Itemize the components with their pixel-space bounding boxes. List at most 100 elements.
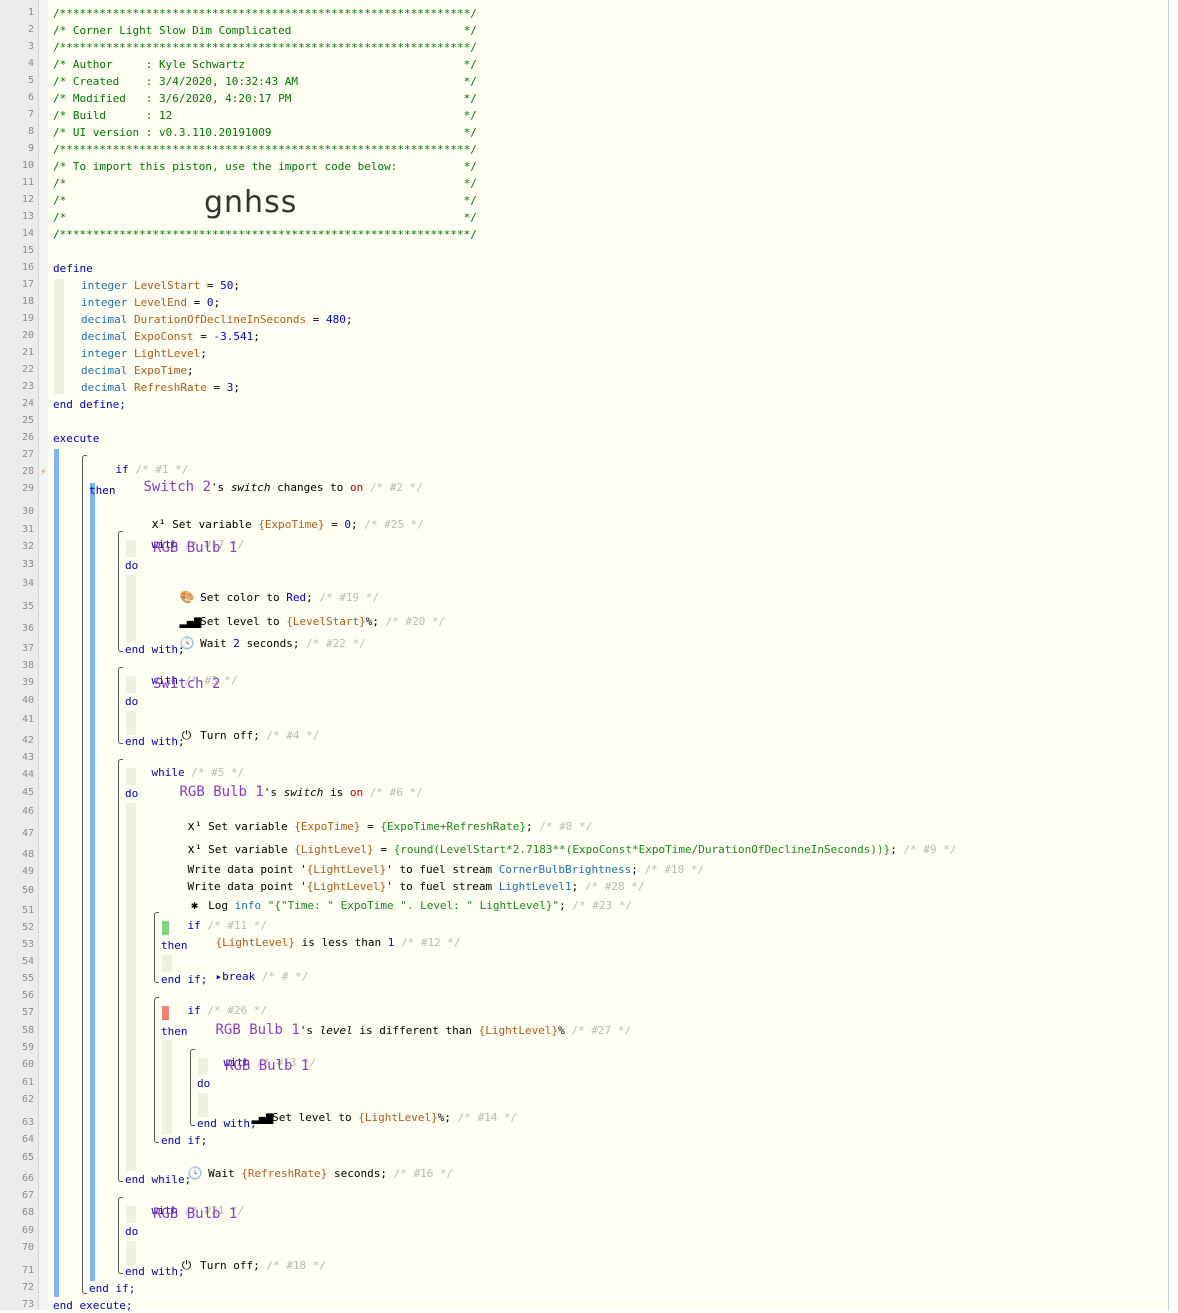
line-number: 54 [21,956,34,967]
set-level-action[interactable]: ▂▄▆ Set level to {LevelStart}%; /* #20 *… [153,600,446,628]
line-number: 34 [21,578,34,589]
end-define-keyword[interactable]: end define; [53,398,126,412]
line-number: 38 [21,660,34,671]
variable-definition[interactable]: integer LevelStart = 50; [81,279,240,293]
turn-off-action[interactable]: ⏻ Turn off; /* #4 */ [153,714,320,742]
line-number: 6 [27,92,34,103]
if-statement-11[interactable]: if /* #11 */ [161,905,267,932]
line-number: 33 [21,559,34,570]
set-level-lightlevel[interactable]: ▂▄▆ Set level to {LightLevel}%; /* #14 *… [225,1096,518,1124]
end-with-keyword[interactable]: end with; [125,1265,185,1279]
execute-block-bar [54,449,59,1297]
define-keyword[interactable]: define [53,262,93,276]
bracket-if1 [82,455,87,1294]
wait-action[interactable]: 🕓 Wait 2 seconds; /* #22 */ [153,622,366,650]
line-number: 23 [21,381,34,392]
header-comment-line: /* Author : Kyle Schwartz */ [53,58,477,71]
end-while-keyword[interactable]: end while; [125,1173,191,1187]
header-comment-line: /* Corner Light Slow Dim Complicated */ [53,24,477,37]
then-keyword[interactable]: then [161,1025,188,1039]
write-data-point-1[interactable]: Write data point '{LightLevel}' to fuel … [161,849,705,876]
set-variable-expotime-step[interactable]: x¹ Set variable {ExpoTime} = {ExpoTime+R… [161,805,593,833]
device-switch-2[interactable]: Switch 2 [153,676,220,692]
line-number: 47 [21,828,34,839]
if-statement-1[interactable]: if /* #1 */ [89,449,189,476]
line-number: 19 [21,313,34,324]
end-if-keyword[interactable]: end if; [89,1282,135,1296]
do-keyword[interactable]: do [125,559,138,573]
line-number: 73 [21,1299,34,1310]
piston-code-editor[interactable]: 1 2 3 4 5 6 7 8 9 10 11 12 13 14 15 16 17 18 19 20 21 22 23 24 2… [0,0,1168,1313]
if-statement-26[interactable]: if /* #26 */ [161,990,267,1017]
variable-definition[interactable]: decimal RefreshRate = 3; [81,381,240,395]
header-comment-line: /***************************************… [53,228,477,241]
end-execute-keyword[interactable]: end execute; [53,1299,132,1313]
line-number: 46 [21,806,34,817]
header-comment-line: /* UI version : v0.3.110.20191009 */ [53,126,477,139]
then-keyword[interactable]: then [161,939,188,953]
line-number: 62 [21,1094,34,1105]
line-number: 36 [21,623,34,634]
line-number: 49 [21,866,34,877]
line-number: 66 [21,1173,34,1184]
line-number: 28 [21,466,34,477]
write-data-point-2[interactable]: Write data point '{LightLevel}' to fuel … [161,866,645,893]
line-number: 71 [21,1265,34,1276]
bracket-while5 [118,759,123,1182]
line-number: 58 [21,1025,34,1036]
with-statement-17[interactable]: with /* #17 */ [125,524,245,551]
end-if-keyword[interactable]: end if; [161,973,207,987]
turn-off-bulb-action[interactable]: ⏻ Turn off; /* #18 */ [153,1244,326,1272]
indent-guide [126,803,136,1171]
variable-definition[interactable]: decimal ExpoTime; [81,364,194,378]
trigger-condition[interactable]: Switch 2's switch changes to on /* #2 */ [117,466,423,494]
line-number: 11 [21,177,34,188]
set-variable-expotime[interactable]: x¹ Set variable {ExpoTime} = 0; /* #25 *… [125,503,424,531]
line-number: 51 [21,905,34,916]
with-statement-13[interactable]: with /* #13 */ [197,1042,317,1069]
line-number: 45 [21,787,34,798]
variable-definition[interactable]: decimal DurationOfDeclineInSeconds = 480… [81,313,353,327]
with-statement-21[interactable]: with /* #21 */ [125,1190,245,1217]
variable-definition[interactable]: integer LightLevel; [81,347,207,361]
wait-refresh-action[interactable]: 🕓 Wait {RefreshRate} seconds; /* #16 */ [161,1152,454,1180]
device-rgb-bulb-1[interactable]: RGB Bulb 1 [153,1206,237,1222]
set-variable-lightlevel[interactable]: x¹ Set variable {LightLevel} = {round(Le… [161,828,957,856]
line-number: 26 [21,432,34,443]
line-number: 18 [21,296,34,307]
line-number: 1 [27,7,34,18]
variable-definition[interactable]: integer LevelEnd = 0; [81,296,220,310]
do-keyword[interactable]: do [125,1225,138,1239]
header-comment-line: /* Modified : 3/6/2020, 4:20:17 PM */ [53,92,477,105]
while-condition[interactable]: RGB Bulb 1's switch is on /* #6 */ [153,768,423,800]
device-rgb-bulb-1[interactable]: RGB Bulb 1 [153,540,237,556]
line-number: 5 [27,75,34,86]
do-keyword[interactable]: do [125,695,138,709]
execute-keyword[interactable]: execute [53,432,99,446]
with-statement-3[interactable]: with /* #3 */ [125,660,238,687]
line-number: 35 [21,601,34,612]
end-with-keyword[interactable]: end with; [125,643,185,657]
device-rgb-bulb-1[interactable]: RGB Bulb 1 [225,1058,309,1074]
line-number: 53 [21,939,34,950]
line-number: 65 [21,1152,34,1163]
then-keyword[interactable]: then [89,484,116,498]
header-comment-line: /***************************************… [53,143,477,156]
variable-definition[interactable]: decimal ExpoConst = -3.541; [81,330,260,344]
end-with-keyword[interactable]: end with; [197,1117,257,1131]
bracket-with3 [118,667,123,744]
vertical-scrollbar[interactable] [1168,0,1178,1310]
do-keyword[interactable]: do [197,1077,210,1091]
condition-lightlevel-less-than[interactable]: {LightLevel} is less than 1 /* #12 */ [189,922,461,949]
line-number: 9 [27,143,34,154]
break-statement[interactable]: ▸break /* # */ [189,956,309,983]
end-with-keyword[interactable]: end with; [125,735,185,749]
while-statement-5[interactable]: while /* #5 */ [125,752,245,779]
line-number: 8 [27,126,34,137]
set-color-action[interactable]: 🎨 Set color to Red; /* #19 */ [153,576,379,604]
line-number: 50 [21,885,34,896]
log-action[interactable]: ✱ Log info "{"Time: " ExpoTime ". Level:… [161,884,632,912]
end-if-keyword[interactable]: end if; [161,1134,207,1148]
do-keyword[interactable]: do [125,787,138,801]
condition-level-different[interactable]: RGB Bulb 1's level is different than {Li… [189,1006,631,1038]
